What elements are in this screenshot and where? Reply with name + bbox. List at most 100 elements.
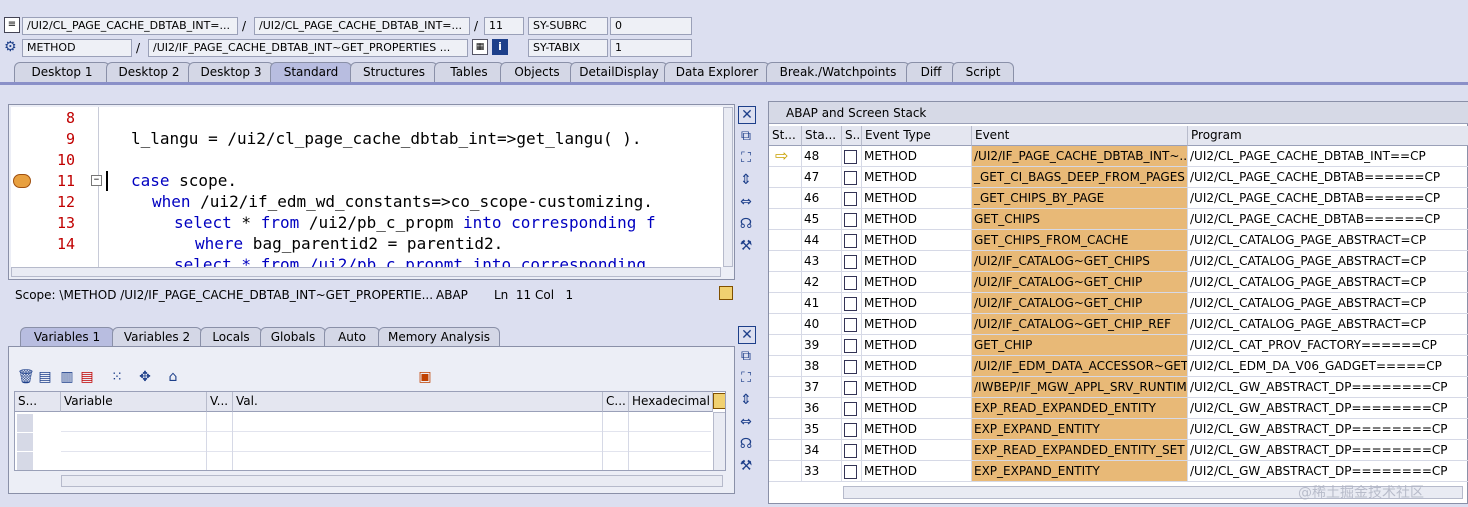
line-number: 14 (56, 235, 75, 253)
swap-vertical-icon[interactable]: ⇕ (738, 172, 754, 188)
collapse-icon[interactable]: − (91, 175, 102, 186)
table-row[interactable]: 37 METHOD/IWBEP/IF_MGW_APPL_SRV_RUNTIM...… (769, 377, 1468, 398)
editor-hscrollbar[interactable] (11, 267, 721, 277)
current-arrow-icon: ⇨ (775, 146, 789, 165)
table-row[interactable]: 42 METHOD/UI2/IF_CATALOG~GET_CHIP/UI2/CL_… (769, 272, 1468, 293)
tab-data-explorer[interactable]: Data Explorer (664, 62, 770, 83)
delete-icon[interactable]: 🗑 (17, 369, 35, 385)
tab-detail-display[interactable]: DetailDisplay (570, 62, 668, 83)
column-header[interactable]: Event (972, 126, 1188, 146)
undock-icon[interactable]: ⧉ (738, 128, 754, 144)
tab-desktop-1[interactable]: Desktop 1 (14, 62, 110, 83)
table-row[interactable]: 35 METHOD EXP_EXPAND_ENTITY/UI2/CL_GW_ABST… (769, 419, 1468, 440)
swap-horizontal-icon[interactable]: ⇔ (738, 194, 754, 210)
tab-breakpoints[interactable]: Break./Watchpoints (766, 62, 910, 83)
column-header[interactable]: V... (207, 392, 233, 412)
stack-level: 44 (802, 230, 842, 251)
current-marker (769, 272, 802, 293)
column-header[interactable]: Variable (61, 392, 207, 412)
table-row[interactable]: 36 METHOD EXP_READ_EXPANDED_ENTITY/UI2/CL_… (769, 398, 1468, 419)
scope-status: Scope: \METHOD /UI2/IF_PAGE_CACHE_DBTAB_… (15, 288, 434, 302)
table-row[interactable]: 39 METHOD GET_CHIP/UI2/CL_CAT_PROV_FACTORY… (769, 335, 1468, 356)
table-row[interactable]: 40 METHOD/UI2/IF_CATALOG~GET_CHIP_REF/UI2… (769, 314, 1468, 335)
table-row[interactable]: 43 METHOD/UI2/IF_CATALOG~GET_CHIPS/UI2/CL… (769, 251, 1468, 272)
tab-locals[interactable]: Locals (200, 327, 262, 347)
stack-level: 47 (802, 167, 842, 188)
headset-icon[interactable]: ☊ (738, 436, 754, 452)
tab-desktop-3[interactable]: Desktop 3 (188, 62, 274, 83)
tab-globals[interactable]: Globals (260, 327, 326, 347)
table-row[interactable]: 45 METHOD GET_CHIPS/UI2/CL_PAGE_CACHE_DBTA… (769, 209, 1468, 230)
swap-horizontal-icon[interactable]: ⇔ (738, 414, 754, 430)
row-selectors[interactable] (17, 414, 33, 470)
move-icon[interactable]: ✥ (137, 369, 153, 385)
column-header[interactable]: Event Type (862, 126, 972, 146)
tab-memory-analysis[interactable]: Memory Analysis (378, 327, 500, 347)
table-row[interactable]: ⇨ 48 METHOD/UI2/IF_PAGE_CACHE_DBTAB_INT~..… (769, 146, 1468, 167)
list-icon[interactable]: ≡ (4, 17, 20, 33)
stack-level: 46 (802, 188, 842, 209)
tab-diff[interactable]: Diff (906, 62, 956, 83)
table-row[interactable]: 34 METHOD EXP_READ_EXPANDED_ENTITY_SET/UI2… (769, 440, 1468, 461)
event-type: METHOD (862, 419, 972, 440)
table-row[interactable]: 46 METHOD _GET_CHIPS_BY_PAGE/UI2/CL_PAGE_C… (769, 188, 1468, 209)
column-settings-icon[interactable] (713, 393, 725, 409)
column-header[interactable]: Program (1188, 126, 1468, 146)
event-name: _GET_CI_BAGS_DEEP_FROM_PAGES (972, 167, 1188, 188)
event-name: _GET_CHIPS_BY_PAGE (972, 188, 1188, 209)
column-header[interactable]: S... (842, 126, 862, 146)
code-line-13: select * from /ui2/pb_c_propm into corre… (174, 213, 656, 232)
editor-vscrollbar[interactable] (723, 107, 733, 267)
keyword: select (174, 213, 232, 232)
variables-vscrollbar[interactable] (713, 412, 725, 470)
tool-tree-icon[interactable]: ⚒ (738, 458, 754, 474)
variables-hscrollbar[interactable] (61, 475, 723, 487)
column-header[interactable]: C... (603, 392, 629, 412)
tab-script[interactable]: Script (952, 62, 1014, 83)
column-header[interactable]: St... (769, 126, 802, 146)
stack-level: 39 (802, 335, 842, 356)
headset-icon[interactable]: ☊ (738, 216, 754, 232)
tab-tables[interactable]: Tables (434, 62, 504, 83)
close-icon[interactable]: ✕ (738, 326, 756, 344)
close-icon[interactable]: ✕ (738, 106, 756, 124)
tab-structures[interactable]: Structures (350, 62, 438, 83)
program-name: /UI2/CL_PAGE_CACHE_DBTAB======CP (1188, 188, 1468, 209)
column-header[interactable]: Hexadecimal V... (629, 392, 713, 412)
editor-options-icon[interactable] (719, 286, 733, 300)
column-header[interactable]: Sta... (802, 126, 842, 146)
column-header[interactable]: S... (15, 392, 61, 412)
tab-desktop-2[interactable]: Desktop 2 (106, 62, 192, 83)
grid-icon[interactable]: ⁙ (109, 369, 125, 385)
swap-vertical-icon[interactable]: ⇕ (738, 392, 754, 408)
table-row[interactable]: 47 METHOD _GET_CI_BAGS_DEEP_FROM_PAGES/UI2… (769, 167, 1468, 188)
current-marker (769, 356, 802, 377)
column-header[interactable]: Val. (233, 392, 603, 412)
method-icon (844, 255, 857, 269)
insert-row-icon[interactable]: ▤ (37, 369, 53, 385)
current-marker (769, 398, 802, 419)
code-area[interactable]: 8 9 10 11 12 13 14 − l_langu = /ui2/cl_p… (11, 107, 733, 267)
tab-variables-2[interactable]: Variables 2 (112, 327, 202, 347)
program-name: /UI2/CL_PAGE_CACHE_DBTAB_INT==CP (1188, 146, 1468, 167)
delete-row-icon[interactable]: ▤ (79, 369, 95, 385)
maximize-icon[interactable]: ⛶ (738, 370, 754, 386)
maximize-icon[interactable]: ⛶ (738, 150, 754, 166)
save-icon[interactable]: ▣ (417, 369, 433, 385)
display-object-icon[interactable]: ▦ (472, 39, 488, 55)
tab-auto[interactable]: Auto (324, 327, 380, 347)
tool-tree-icon[interactable]: ⚒ (738, 238, 754, 254)
table-row[interactable]: 33 METHOD EXP_EXPAND_ENTITY/UI2/CL_GW_ABST… (769, 461, 1468, 482)
table-row[interactable]: 44 METHOD GET_CHIPS_FROM_CACHE/UI2/CL_CATA… (769, 230, 1468, 251)
info-icon[interactable]: i (492, 39, 508, 55)
table-row[interactable]: 41 METHOD/UI2/IF_CATALOG~GET_CHIP/UI2/CL_… (769, 293, 1468, 314)
copy-row-icon[interactable]: ▥ (59, 369, 75, 385)
tab-objects[interactable]: Objects (500, 62, 574, 83)
tab-standard[interactable]: Standard (270, 62, 352, 83)
folder-icon[interactable]: ⌂ (165, 369, 181, 385)
current-marker (769, 209, 802, 230)
tab-variables-1[interactable]: Variables 1 (20, 327, 114, 347)
undock-icon[interactable]: ⧉ (738, 348, 754, 364)
event-type: METHOD (862, 440, 972, 461)
table-row[interactable]: 38 METHOD/UI2/IF_EDM_DATA_ACCESSOR~GET...… (769, 356, 1468, 377)
